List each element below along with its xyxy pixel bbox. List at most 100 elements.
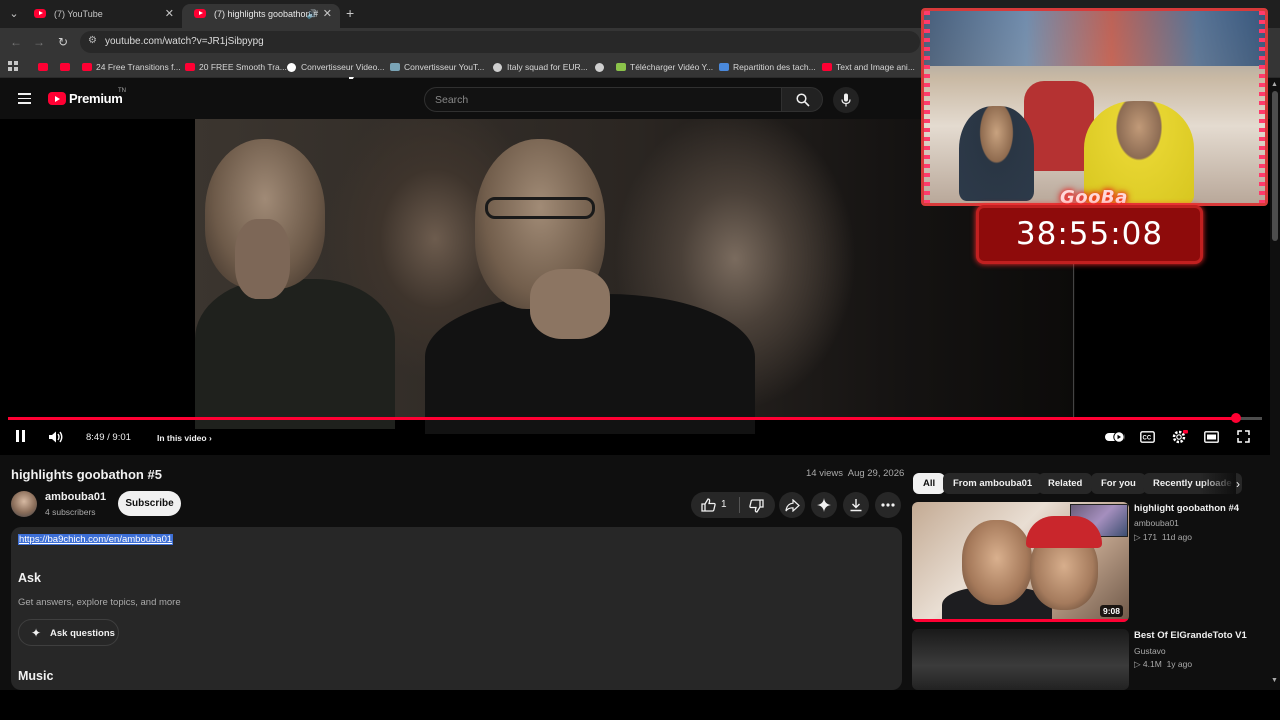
overlay-person	[959, 106, 1034, 201]
settings-button[interactable]	[1172, 430, 1188, 446]
like-dislike-group: 1	[691, 492, 775, 518]
search-button[interactable]	[781, 87, 823, 112]
bookmark-item[interactable]: Repartition des tach...	[719, 60, 816, 74]
video-divider	[1073, 264, 1074, 419]
fullscreen-button[interactable]	[1237, 430, 1250, 446]
page-scrollbar[interactable]: ▲ ▼	[1270, 79, 1280, 690]
browser-tab-youtube[interactable]: (7) YouTube ✕	[22, 4, 182, 28]
thumbs-up-icon	[701, 498, 716, 512]
recommendation-channel[interactable]: Gustavo	[1134, 646, 1166, 656]
recommendation-title[interactable]: highlight goobathon #4	[1134, 503, 1239, 514]
bookmark-item[interactable]: Télécharger Vidéo Y...	[616, 60, 713, 74]
subscribe-button[interactable]: Subscribe	[118, 491, 181, 516]
watched-progress	[912, 619, 1129, 622]
recommendation-title[interactable]: Best Of ElGrandeToto V1	[1134, 630, 1247, 641]
bookmark-item[interactable]: Text and Image ani...	[822, 60, 915, 74]
captions-icon: CC	[1140, 431, 1155, 443]
bookmark-item[interactable]	[38, 60, 52, 74]
logo-country-code: TN	[118, 88, 126, 94]
youtube-logo-icon[interactable]	[48, 92, 66, 105]
subscriber-count: 4 subscribers	[45, 507, 96, 517]
pause-button[interactable]	[16, 430, 28, 446]
new-tab-icon[interactable]: +	[346, 5, 354, 21]
overlay-border-lights	[1259, 11, 1265, 203]
chip-related[interactable]: Related	[1038, 473, 1093, 494]
channel-name[interactable]: ambouba01	[45, 491, 106, 503]
channel-avatar[interactable]	[11, 491, 37, 517]
converter-icon	[390, 63, 400, 71]
tab-audio-icon[interactable]: 🔊	[307, 4, 318, 24]
voice-search-button[interactable]	[833, 87, 859, 113]
theater-mode-button[interactable]	[1204, 430, 1219, 446]
volume-button[interactable]	[48, 430, 64, 446]
tab-label: (7) YouTube	[54, 9, 103, 19]
tab-search-chevron-icon[interactable]: ⌄	[6, 6, 22, 22]
menu-hamburger-icon[interactable]	[18, 93, 31, 104]
back-arrow-icon[interactable]: ←	[8, 34, 24, 50]
chip-all[interactable]: All	[913, 473, 946, 494]
browser-tab-video[interactable]: (7) highlights goobathon # 🔊 ✕	[182, 4, 340, 28]
youtube-favicon-icon	[194, 9, 206, 18]
bookmark-item[interactable]: 24 Free Transitions f...	[82, 60, 181, 74]
time-display: 8:49 / 9:01	[86, 432, 131, 443]
recommendation-channel[interactable]: ambouba01	[1134, 518, 1179, 528]
download-button[interactable]	[843, 492, 869, 518]
like-button[interactable]	[701, 498, 716, 517]
forward-arrow-icon[interactable]: →	[31, 34, 47, 50]
chip-from-channel[interactable]: From ambouba01	[943, 473, 1043, 494]
address-url[interactable]: youtube.com/watch?v=JR1jSibpypg	[105, 36, 264, 47]
captions-button[interactable]: CC	[1140, 430, 1155, 446]
in-this-video-button[interactable]: In this video ›	[157, 433, 212, 443]
overlay-banner	[924, 11, 1265, 66]
youtube-icon	[38, 63, 48, 71]
youtube-icon	[822, 63, 832, 71]
ask-questions-button[interactable]: ✦ Ask questions	[18, 619, 119, 646]
bookmark-item[interactable]: Convertisseur YouT...	[390, 60, 484, 74]
description-box[interactable]: https://ba9chich.com/en/ambouba01 Ask Ge…	[11, 527, 902, 690]
video-person	[235, 219, 290, 299]
globe-icon	[493, 63, 502, 72]
bookmark-item[interactable]	[60, 60, 74, 74]
like-count: 1	[721, 499, 727, 510]
globe-icon	[595, 63, 604, 72]
close-tab-icon[interactable]: ✕	[165, 4, 174, 24]
description-link[interactable]: https://ba9chich.com/en/ambouba01	[18, 534, 174, 545]
recommendation-thumbnail[interactable]	[912, 629, 1129, 690]
scroll-thumb[interactable]	[1272, 91, 1278, 241]
tab-label: (7) highlights goobathon #	[214, 9, 319, 19]
address-bar[interactable]: ⚙ youtube.com/watch?v=JR1jSibpypg	[80, 31, 920, 53]
bookmark-item[interactable]: Convertisseur Video...	[287, 60, 384, 74]
play-triangle-icon: ▷	[1134, 532, 1141, 542]
chip-for-you[interactable]: For you	[1091, 473, 1146, 494]
scrubber-handle[interactable]	[1230, 413, 1241, 423]
reload-icon[interactable]: ↻	[55, 34, 71, 50]
autoplay-toggle[interactable]	[1104, 430, 1126, 446]
chevron-right-icon[interactable]: ›	[1236, 477, 1240, 491]
more-actions-button[interactable]	[875, 492, 901, 518]
site-info-icon[interactable]: ⚙	[88, 35, 97, 46]
youtube-icon	[82, 63, 92, 71]
upload-date: Aug 29, 2026	[847, 468, 905, 479]
recommendation-stats: ▷ 4.1M 1y ago	[1134, 659, 1193, 669]
scroll-up-arrow-icon[interactable]: ▲	[1271, 81, 1278, 88]
sparkle-icon: ✦	[31, 626, 42, 640]
bookmark-item[interactable]: Italy squad for EUR...	[493, 60, 588, 74]
scroll-down-arrow-icon[interactable]: ▼	[1271, 677, 1278, 684]
overlay-border-lights	[924, 11, 930, 203]
search-icon	[796, 93, 810, 107]
download-icon	[616, 63, 626, 71]
microphone-icon	[841, 93, 851, 107]
recommendation-thumbnail[interactable]: 9:08	[912, 502, 1129, 622]
progress-bar[interactable]	[8, 413, 1262, 423]
apps-grid-icon[interactable]	[8, 61, 19, 72]
ask-ai-button[interactable]	[811, 492, 837, 518]
bookmark-item[interactable]	[595, 60, 609, 74]
search-input[interactable]: Search	[424, 87, 782, 112]
view-count: 14 views	[806, 468, 843, 479]
logo-text[interactable]: Premium	[69, 91, 123, 106]
share-button[interactable]	[779, 492, 805, 518]
bookmark-item[interactable]: 20 FREE Smooth Tra...	[185, 60, 287, 74]
chip-fade	[1200, 473, 1236, 494]
dislike-button[interactable]	[749, 499, 764, 518]
close-tab-icon[interactable]: ✕	[323, 4, 332, 24]
